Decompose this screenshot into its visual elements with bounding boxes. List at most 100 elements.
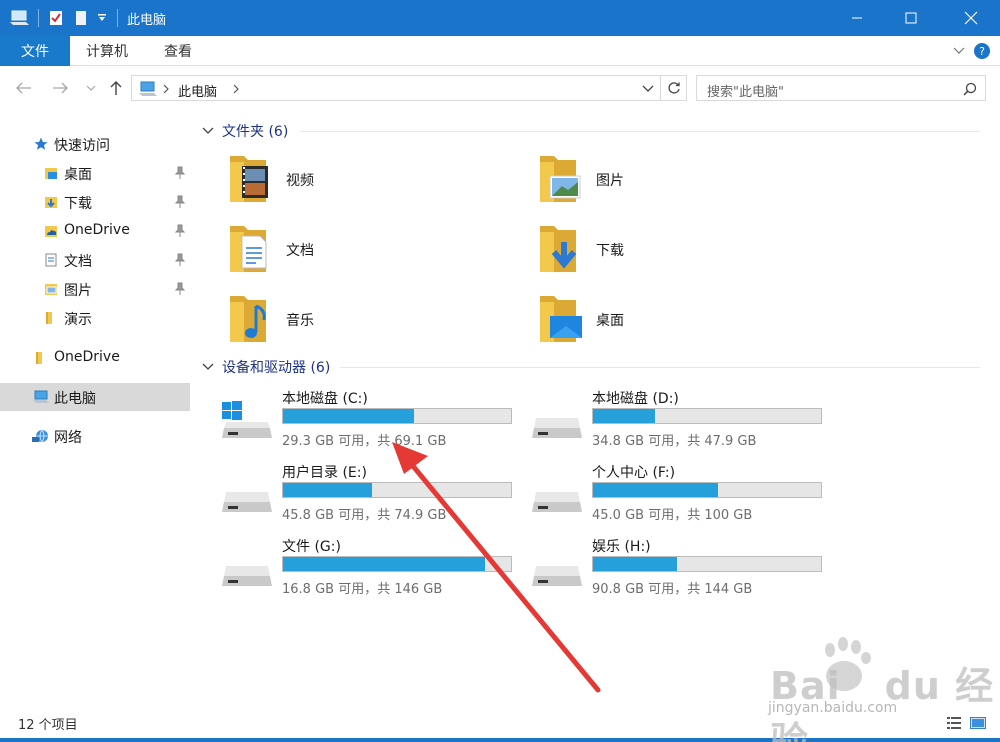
- refresh-icon: [667, 82, 680, 94]
- chevron-down-icon: [86, 85, 96, 91]
- download-folder-icon: [45, 197, 57, 208]
- customize-toolbar-icon[interactable]: [96, 10, 108, 26]
- drive-d[interactable]: 本地磁盘 (D:) 34.8 GB 可用，共 47.9 GB: [532, 388, 832, 449]
- pin-icon[interactable]: [174, 195, 186, 209]
- drive-space-info: 34.8 GB 可用，共 47.9 GB: [592, 434, 757, 449]
- sidebar-item-pictures[interactable]: 图片: [0, 275, 190, 303]
- pin-icon[interactable]: [174, 166, 186, 180]
- pin-icon[interactable]: [174, 224, 186, 238]
- expand-ribbon-button[interactable]: [950, 42, 968, 60]
- desktop-folder-icon: [540, 296, 582, 342]
- folder-documents[interactable]: 文档: [226, 222, 526, 282]
- sidebar-item-quick-access[interactable]: 快速访问: [0, 130, 190, 158]
- drive-usage-bar: [282, 556, 512, 572]
- chevron-down-icon: [202, 363, 214, 370]
- folders-section-header[interactable]: 文件夹 (6): [202, 121, 288, 141]
- navigation-pane: 快速访问 桌面 下载 OneDrive 文档 图片 演示 OneDrive 此电…: [0, 112, 192, 708]
- chevron-down-icon[interactable]: [642, 85, 654, 93]
- back-button[interactable]: [14, 78, 34, 98]
- chevron-right-icon[interactable]: [162, 84, 170, 94]
- desktop-folder-icon: [45, 168, 57, 179]
- network-icon: [32, 429, 48, 443]
- folder-label: 桌面: [596, 313, 624, 329]
- sidebar-item-label: 演示: [64, 312, 92, 328]
- drive-c[interactable]: 本地磁盘 (C:) 29.3 GB 可用，共 69.1 GB: [222, 388, 522, 449]
- folder-desktop[interactable]: 桌面: [536, 292, 836, 352]
- section-title: 设备和驱动器 (6): [222, 360, 331, 376]
- hard-drive-icon: [222, 492, 272, 512]
- address-bar[interactable]: 此电脑: [131, 75, 661, 101]
- drive-space-info: 29.3 GB 可用，共 69.1 GB: [282, 434, 447, 449]
- folder-label: 文档: [286, 243, 314, 259]
- watermark-text: Bai du 经验: [770, 664, 995, 742]
- computer-icon: [33, 390, 49, 403]
- section-divider: [300, 131, 980, 132]
- help-icon: ?: [974, 43, 990, 59]
- title-bar[interactable]: 此电脑: [0, 0, 1000, 36]
- drives-section-header[interactable]: 设备和驱动器 (6): [202, 357, 330, 377]
- sidebar-item-label: 桌面: [64, 167, 92, 183]
- drive-usage-fill: [283, 557, 485, 571]
- refresh-button[interactable]: [661, 75, 687, 101]
- sidebar-item-onedrive[interactable]: OneDrive: [0, 344, 190, 372]
- sidebar-item-onedrive-pinned[interactable]: OneDrive: [0, 217, 190, 245]
- folder-videos[interactable]: 视频: [226, 152, 526, 212]
- pin-icon[interactable]: [174, 282, 186, 296]
- up-button[interactable]: [106, 78, 126, 98]
- search-box[interactable]: 搜索"此电脑": [696, 75, 986, 101]
- properties-icon[interactable]: [48, 10, 64, 26]
- folder-music[interactable]: 音乐: [226, 292, 526, 352]
- vertical-scrollbar[interactable]: [987, 110, 1000, 708]
- drive-name: 用户目录 (E:): [282, 465, 367, 481]
- content-pane: 文件夹 (6) 视频 图片 文档 下载 音乐 桌面 设备和驱动器 (6) 本地磁…: [192, 112, 987, 708]
- tab-view[interactable]: 查看: [164, 36, 192, 66]
- drive-h[interactable]: 娱乐 (H:) 90.8 GB 可用，共 144 GB: [532, 536, 832, 597]
- computer-icon[interactable]: [10, 10, 30, 26]
- sidebar-item-network[interactable]: 网络: [0, 422, 190, 450]
- onedrive-icon: [36, 352, 42, 364]
- drive-space-info: 90.8 GB 可用，共 144 GB: [592, 582, 753, 597]
- drive-usage-bar: [592, 408, 822, 424]
- sidebar-item-label: OneDrive: [64, 222, 130, 238]
- sidebar-item-desktop[interactable]: 桌面: [0, 159, 190, 187]
- folder-icon: [46, 312, 52, 324]
- drive-name: 个人中心 (F:): [592, 465, 676, 481]
- maximize-button[interactable]: [884, 0, 938, 36]
- watermark-url: jingyan.baidu.com: [768, 700, 898, 716]
- documents-folder-icon: [230, 226, 267, 272]
- sidebar-item-downloads[interactable]: 下载: [0, 188, 190, 216]
- sidebar-item-documents[interactable]: 文档: [0, 246, 190, 274]
- drive-e[interactable]: 用户目录 (E:) 45.8 GB 可用，共 74.9 GB: [222, 462, 522, 523]
- close-button[interactable]: [944, 0, 998, 36]
- sidebar-item-this-pc[interactable]: 此电脑: [0, 383, 190, 411]
- pin-icon[interactable]: [174, 253, 186, 267]
- drive-name: 文件 (G:): [282, 539, 341, 555]
- section-title: 文件夹 (6): [222, 124, 289, 140]
- help-button[interactable]: ?: [973, 42, 991, 60]
- arrow-left-icon: [16, 82, 31, 94]
- drive-space-info: 45.8 GB 可用，共 74.9 GB: [282, 508, 447, 523]
- new-folder-icon[interactable]: [74, 10, 88, 26]
- search-icon[interactable]: [963, 82, 977, 96]
- sidebar-item-label: 快速访问: [54, 138, 110, 154]
- pictures-folder-icon: [540, 156, 581, 202]
- item-count: 12 个项目: [18, 718, 78, 733]
- minimize-button[interactable]: [830, 0, 884, 36]
- star-icon: [34, 137, 48, 150]
- folder-downloads[interactable]: 下载: [536, 222, 836, 282]
- sidebar-item-label: OneDrive: [54, 349, 120, 365]
- close-icon: [964, 11, 978, 25]
- folder-label: 音乐: [286, 313, 314, 329]
- forward-button[interactable]: [50, 78, 70, 98]
- tab-file[interactable]: 文件: [0, 36, 70, 66]
- tab-computer[interactable]: 计算机: [86, 36, 128, 66]
- drive-g[interactable]: 文件 (G:) 16.8 GB 可用，共 146 GB: [222, 536, 522, 597]
- address-location[interactable]: 此电脑: [178, 81, 217, 100]
- sidebar-item-label: 下载: [64, 196, 92, 212]
- drive-f[interactable]: 个人中心 (F:) 45.0 GB 可用，共 100 GB: [532, 462, 832, 523]
- folder-pictures[interactable]: 图片: [536, 152, 836, 212]
- sidebar-item-presentation[interactable]: 演示: [0, 304, 190, 332]
- chevron-right-icon[interactable]: [232, 84, 240, 94]
- recent-locations-button[interactable]: [84, 78, 98, 98]
- navigation-bar: 此电脑 搜索"此电脑": [0, 67, 1000, 109]
